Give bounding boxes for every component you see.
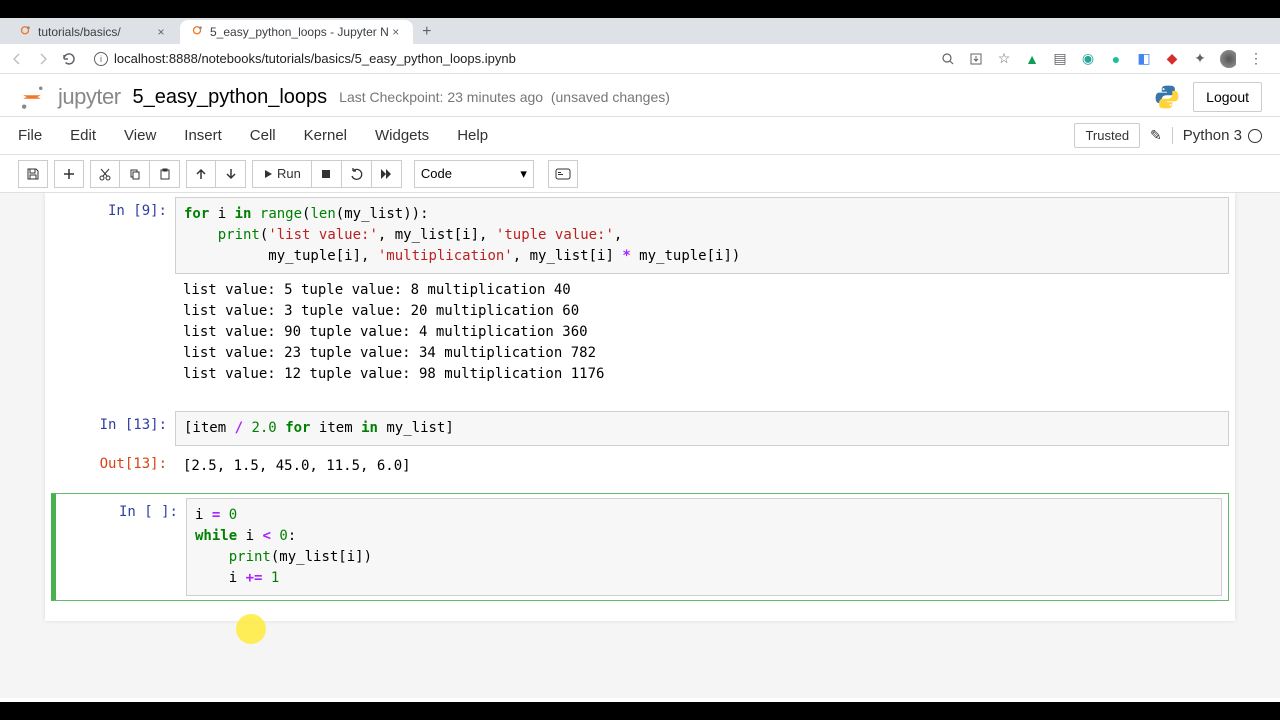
ext-adblock-icon[interactable]: ◆ bbox=[1164, 51, 1180, 67]
menu-kernel[interactable]: Kernel bbox=[304, 127, 347, 144]
tab-title: 5_easy_python_loops - Jupyter N bbox=[210, 25, 389, 39]
browser-tab-1[interactable]: 5_easy_python_loops - Jupyter N × bbox=[180, 20, 413, 44]
menu-edit[interactable]: Edit bbox=[70, 127, 96, 144]
kernel-indicator[interactable]: Python 3 bbox=[1172, 127, 1262, 144]
move-down-button[interactable] bbox=[216, 160, 246, 188]
jupyter-favicon bbox=[190, 25, 204, 39]
profile-avatar[interactable] bbox=[1220, 51, 1236, 67]
menu-bar: File Edit View Insert Cell Kernel Widget… bbox=[0, 117, 1280, 155]
edit-icon[interactable]: ✎ bbox=[1150, 127, 1162, 144]
restart-run-all-button[interactable] bbox=[372, 160, 402, 188]
jupyter-logo-icon[interactable] bbox=[18, 83, 46, 111]
save-button[interactable] bbox=[18, 160, 48, 188]
code-input[interactable]: for i in range(len(my_list)): print('lis… bbox=[175, 197, 1229, 274]
paste-button[interactable] bbox=[150, 160, 180, 188]
menu-cell[interactable]: Cell bbox=[250, 127, 276, 144]
checkpoint-text: Last Checkpoint: 23 minutes ago (unsaved… bbox=[339, 89, 670, 105]
python-logo-icon bbox=[1153, 83, 1181, 111]
browser-tab-0[interactable]: tutorials/basics/ × bbox=[8, 20, 178, 44]
site-info-icon[interactable]: i bbox=[94, 52, 108, 66]
ext-doc-icon[interactable]: ▤ bbox=[1052, 51, 1068, 67]
extensions-icon[interactable]: ✦ bbox=[1192, 51, 1208, 67]
input-prompt: In [9]: bbox=[45, 197, 175, 391]
move-up-button[interactable] bbox=[186, 160, 216, 188]
notebook-area[interactable]: In [9]: for i in range(len(my_list)): pr… bbox=[0, 193, 1280, 698]
output-prompt: Out[13]: bbox=[45, 450, 175, 483]
menu-view[interactable]: View bbox=[124, 127, 156, 144]
run-button[interactable]: Run bbox=[252, 160, 312, 188]
star-icon[interactable]: ☆ bbox=[996, 51, 1012, 67]
insert-cell-button[interactable] bbox=[54, 160, 84, 188]
toolbar: Run Code▾ bbox=[0, 155, 1280, 193]
trusted-badge[interactable]: Trusted bbox=[1074, 123, 1140, 148]
new-tab-button[interactable]: + bbox=[415, 20, 439, 44]
close-icon[interactable]: × bbox=[389, 25, 403, 39]
cut-button[interactable] bbox=[90, 160, 120, 188]
cell-output: list value: 5 tuple value: 8 multiplicat… bbox=[175, 274, 1229, 391]
code-cell-active[interactable]: In [ ]: i = 0 while i < 0: print(my_list… bbox=[51, 493, 1229, 601]
back-button[interactable] bbox=[8, 50, 26, 68]
output-row: Out[13]: [2.5, 1.5, 45.0, 11.5, 6.0] bbox=[45, 450, 1235, 487]
reload-button[interactable] bbox=[60, 50, 78, 68]
url-box[interactable]: i localhost:8888/notebooks/tutorials/bas… bbox=[86, 51, 932, 66]
code-cell-9[interactable]: In [9]: for i in range(len(my_list)): pr… bbox=[45, 193, 1235, 395]
forward-button[interactable] bbox=[34, 50, 52, 68]
notebook-title[interactable]: 5_easy_python_loops bbox=[133, 86, 328, 109]
ext-shield-icon[interactable]: ◉ bbox=[1080, 51, 1096, 67]
code-cell-13[interactable]: In [13]: [item / 2.0 for item in my_list… bbox=[45, 395, 1235, 450]
jupyter-brand[interactable]: jupyter bbox=[58, 84, 121, 110]
tab-title: tutorials/basics/ bbox=[38, 25, 154, 39]
menu-insert[interactable]: Insert bbox=[184, 127, 222, 144]
menu-help[interactable]: Help bbox=[457, 127, 488, 144]
chevron-down-icon: ▾ bbox=[520, 166, 527, 182]
restart-button[interactable] bbox=[342, 160, 372, 188]
ext-translate-icon[interactable]: ◧ bbox=[1136, 51, 1152, 67]
jupyter-header: jupyter 5_easy_python_loops Last Checkpo… bbox=[0, 74, 1280, 117]
ext-drive-icon[interactable]: ▲ bbox=[1024, 51, 1040, 67]
ext-grammarly-icon[interactable]: ● bbox=[1108, 51, 1124, 67]
cell-output: [2.5, 1.5, 45.0, 11.5, 6.0] bbox=[175, 450, 1229, 483]
interrupt-button[interactable] bbox=[312, 160, 342, 188]
zoom-icon[interactable] bbox=[940, 51, 956, 67]
cell-type-select[interactable]: Code▾ bbox=[414, 160, 534, 188]
menu-icon[interactable]: ⋮ bbox=[1248, 51, 1264, 67]
code-input[interactable]: i = 0 while i < 0: print(my_list[i]) i +… bbox=[186, 498, 1222, 596]
logout-button[interactable]: Logout bbox=[1193, 82, 1262, 112]
kernel-status-icon bbox=[1248, 129, 1262, 143]
input-prompt: In [ ]: bbox=[56, 498, 186, 596]
menu-widgets[interactable]: Widgets bbox=[375, 127, 429, 144]
menu-file[interactable]: File bbox=[18, 127, 42, 144]
close-icon[interactable]: × bbox=[154, 25, 168, 39]
browser-actions: ☆ ▲ ▤ ◉ ● ◧ ◆ ✦ ⋮ bbox=[940, 51, 1272, 67]
browser-tabstrip: tutorials/basics/ × 5_easy_python_loops … bbox=[0, 18, 1280, 44]
url-text: localhost:8888/notebooks/tutorials/basic… bbox=[114, 51, 516, 66]
address-bar: i localhost:8888/notebooks/tutorials/bas… bbox=[0, 44, 1280, 74]
copy-button[interactable] bbox=[120, 160, 150, 188]
cursor-highlight bbox=[236, 614, 266, 644]
code-input[interactable]: [item / 2.0 for item in my_list] bbox=[175, 411, 1229, 446]
command-palette-button[interactable] bbox=[548, 160, 578, 188]
jupyter-favicon bbox=[18, 25, 32, 39]
install-icon[interactable] bbox=[968, 51, 984, 67]
input-prompt: In [13]: bbox=[45, 411, 175, 446]
